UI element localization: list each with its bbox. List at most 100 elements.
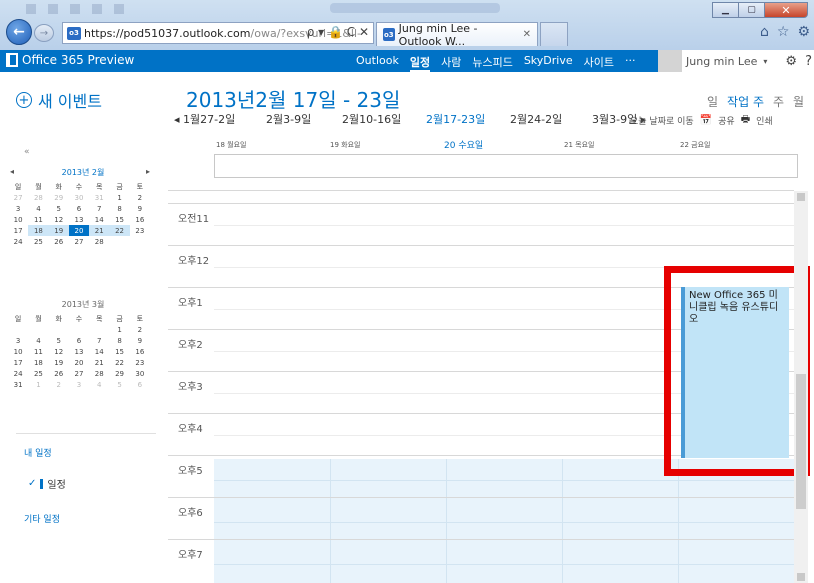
day-cell[interactable]: 6 — [69, 203, 89, 214]
day-cell[interactable]: 2 — [49, 379, 69, 390]
new-tab-button[interactable] — [540, 22, 568, 46]
day-header[interactable]: 18 월요일 — [216, 140, 246, 150]
day-cell[interactable]: 7 — [89, 335, 109, 346]
day-cell[interactable]: 4 — [28, 335, 48, 346]
hour-row[interactable]: 오전11 — [168, 203, 794, 245]
day-cell[interactable]: 5 — [49, 203, 69, 214]
nav-more[interactable]: ··· — [625, 54, 636, 72]
forward-arrow-icon[interactable]: → — [34, 24, 54, 42]
share-button[interactable]: 공유 — [718, 114, 735, 127]
day-cell[interactable]: 26 — [49, 368, 69, 379]
day-cell[interactable]: 10 — [8, 346, 28, 357]
day-cell[interactable]: 23 — [130, 225, 150, 236]
collapse-pane-icon[interactable]: « — [24, 147, 30, 157]
nav-people[interactable]: 사람 — [441, 54, 461, 72]
day-header[interactable]: 22 금요일 — [680, 140, 710, 150]
day-cell-selected[interactable]: 18 — [28, 225, 49, 236]
minimize-button[interactable]: ▁ — [712, 2, 738, 18]
day-cell[interactable]: 24 — [8, 368, 28, 379]
day-cell[interactable]: 14 — [89, 214, 109, 225]
day-cell[interactable]: 3 — [8, 203, 28, 214]
today-button[interactable]: 오늘 날짜로 이동 — [630, 114, 694, 127]
day-cell[interactable]: 4 — [89, 379, 109, 390]
back-arrow-icon[interactable]: ← — [6, 19, 32, 45]
day-cell[interactable]: 22 — [109, 357, 129, 368]
day-cell-selected[interactable]: 19 — [48, 225, 69, 236]
day-cell[interactable]: 7 — [89, 203, 109, 214]
day-cell[interactable]: 5 — [109, 379, 129, 390]
day-cell-selected[interactable]: 21 — [89, 225, 110, 236]
day-cell[interactable]: 6 — [130, 379, 150, 390]
close-window-button[interactable]: ✕ — [764, 2, 808, 18]
day-cell[interactable]: 27 — [69, 236, 89, 247]
nav-skydrive[interactable]: SkyDrive — [524, 54, 573, 72]
new-event-button[interactable]: + 새 이벤트 — [16, 88, 102, 112]
day-cell[interactable]: 3 — [69, 379, 89, 390]
day-cell[interactable]: 31 — [89, 192, 109, 203]
day-cell-selected[interactable]: 22 — [109, 225, 130, 236]
day-cell[interactable]: 11 — [28, 346, 48, 357]
day-cell[interactable]: 13 — [69, 214, 89, 225]
day-cell[interactable]: 25 — [28, 236, 48, 247]
day-cell[interactable]: 17 — [8, 357, 28, 368]
home-icon[interactable]: ⌂ — [760, 24, 769, 40]
day-cell[interactable]: 8 — [109, 203, 129, 214]
day-cell[interactable]: 27 — [8, 192, 28, 203]
mini-calendar-title[interactable]: 2013년 3월 — [62, 300, 105, 309]
nav-outlook[interactable]: Outlook — [356, 54, 399, 72]
day-cell[interactable]: 23 — [130, 357, 150, 368]
hour-row[interactable]: 오후6 — [168, 497, 794, 539]
day-cell[interactable]: 19 — [49, 357, 69, 368]
day-cell[interactable]: 29 — [109, 368, 129, 379]
week-link[interactable]: 2월3-9일 — [266, 111, 311, 127]
day-cell[interactable]: 15 — [109, 346, 129, 357]
day-cell[interactable]: 25 — [28, 368, 48, 379]
day-cell[interactable]: 4 — [28, 203, 48, 214]
prev-month-icon[interactable]: ◂ — [10, 167, 14, 176]
calendar-scrollbar[interactable] — [794, 191, 808, 583]
day-cell[interactable]: 6 — [69, 335, 89, 346]
help-icon[interactable]: ? — [805, 54, 812, 69]
day-cell[interactable]: 5 — [49, 335, 69, 346]
day-cell[interactable]: 31 — [8, 379, 28, 390]
day-cell[interactable]: 16 — [130, 346, 150, 357]
tab-close-icon[interactable]: ✕ — [523, 29, 531, 40]
day-cell[interactable]: 14 — [89, 346, 109, 357]
day-cell-today[interactable]: 20 — [68, 225, 90, 236]
week-link[interactable]: 2월24-2일 — [510, 111, 562, 127]
print-button[interactable]: 인쇄 — [756, 114, 773, 127]
scroll-thumb[interactable] — [796, 374, 806, 509]
calendar-item[interactable]: ✓ 일정 — [28, 476, 66, 491]
day-cell[interactable]: 28 — [89, 368, 109, 379]
mini-calendar-title[interactable]: 2013년 2월 — [62, 168, 105, 177]
day-cell[interactable]: 24 — [8, 236, 28, 247]
week-link-current[interactable]: 2월17-23일 — [426, 111, 485, 127]
week-link[interactable]: ◂ 1월27-2일 — [174, 111, 235, 127]
maximize-button[interactable]: ▢ — [738, 2, 764, 18]
address-controls[interactable]: ρ ▾ 🔒 C ✕ — [307, 25, 369, 39]
day-cell[interactable]: 10 — [8, 214, 28, 225]
scroll-up-arrow-icon[interactable] — [797, 193, 805, 201]
tools-gear-icon[interactable]: ⚙ — [797, 24, 810, 40]
scroll-down-arrow-icon[interactable] — [797, 573, 805, 581]
day-cell[interactable]: 2 — [130, 192, 150, 203]
day-cell[interactable]: 9 — [130, 203, 150, 214]
day-cell[interactable]: 8 — [109, 335, 129, 346]
day-cell[interactable]: 29 — [49, 192, 69, 203]
nav-newsfeed[interactable]: 뉴스피드 — [472, 54, 512, 72]
day-cell[interactable]: 13 — [69, 346, 89, 357]
day-cell[interactable]: 1 — [109, 192, 129, 203]
day-cell[interactable]: 20 — [69, 357, 89, 368]
day-cell[interactable] — [49, 324, 69, 335]
next-month-icon[interactable]: ▸ — [146, 167, 150, 176]
day-header[interactable]: 19 화요일 — [330, 140, 360, 150]
day-cell[interactable]: 21 — [89, 357, 109, 368]
day-cell[interactable]: 27 — [69, 368, 89, 379]
day-cell[interactable]: 1 — [28, 379, 48, 390]
day-cell[interactable]: 9 — [130, 335, 150, 346]
print-icon[interactable]: 🖶 — [741, 112, 750, 129]
calendar-icon[interactable]: 📅 — [700, 115, 712, 126]
my-calendars-heading[interactable]: 내 일정 — [24, 446, 52, 459]
day-cell[interactable]: 18 — [28, 357, 48, 368]
all-day-row[interactable] — [214, 154, 798, 178]
